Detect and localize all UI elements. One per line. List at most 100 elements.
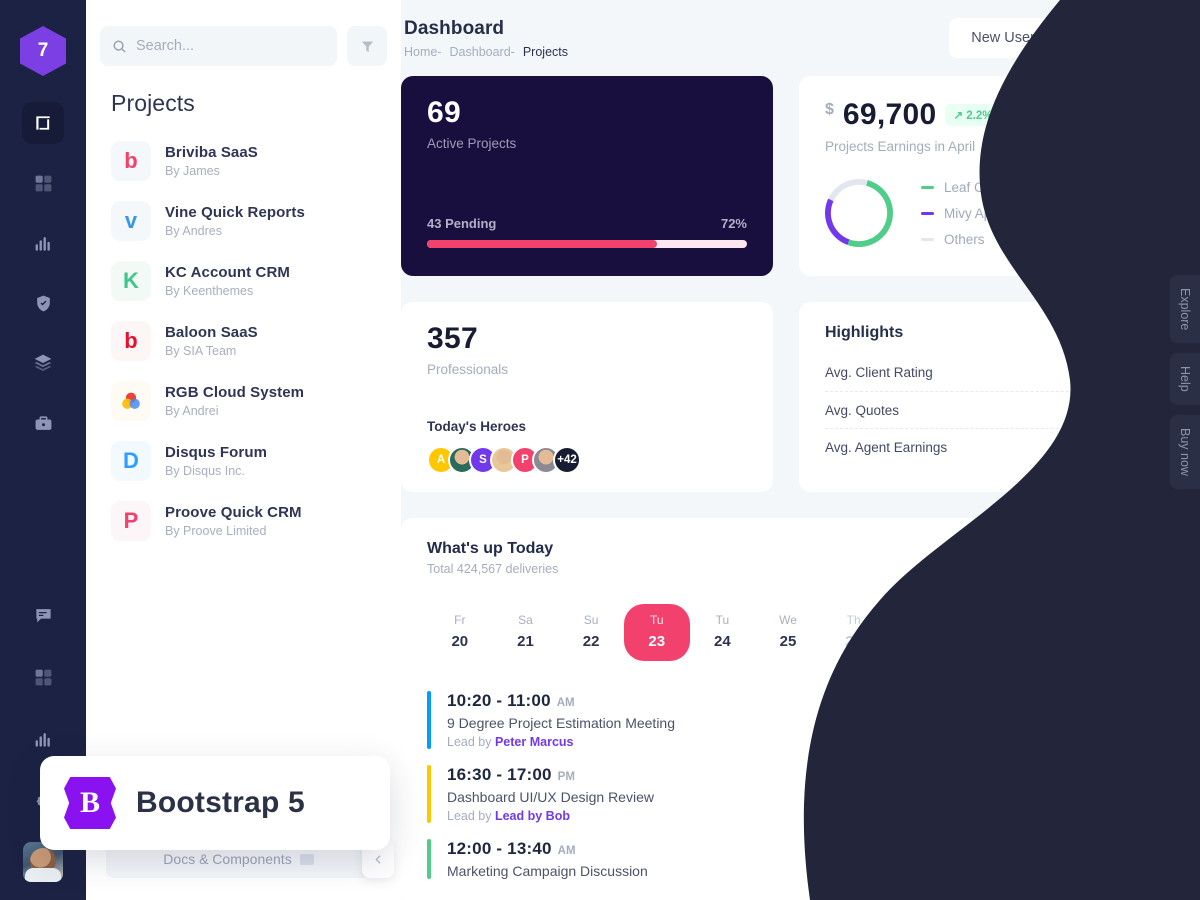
rail-item-bar-chart-icon[interactable]	[22, 222, 64, 264]
project-list-item[interactable]: v Vine Quick Reports By Andres	[86, 191, 401, 251]
highlight-value-group: ↗ $2,309	[1079, 439, 1149, 455]
bootstrap-promo-card[interactable]: B Bootstrap 5	[40, 756, 390, 850]
event-lead-name[interactable]: Peter Marcus	[495, 735, 574, 749]
breadcrumb-item-projects: Projects	[522, 45, 568, 59]
event-lead: Lead by Peter Marcus	[447, 735, 675, 749]
project-author: By Keenthemes	[165, 284, 254, 298]
earnings-body: Leaf CRM $7,660 Mivy App $2,820 Others $45,25…	[825, 174, 1149, 252]
day-cell[interactable]: Sa 21	[493, 604, 559, 661]
grid-icon	[35, 175, 51, 191]
professionals-count: 357	[427, 322, 478, 355]
day-selector: Fr 20 Sa 21 Su 22 Tu 23 Tu 24 We 25 Th 26 Fri 27 Sa 28 Su 2…	[427, 604, 1149, 661]
rail-item-chat-icon[interactable]	[22, 594, 64, 636]
event-view-button[interactable]: View	[1075, 842, 1149, 876]
search-icon	[113, 39, 126, 53]
day-cell[interactable]: Su 22	[558, 604, 624, 661]
event-view-button[interactable]: View	[1075, 703, 1149, 737]
side-tab-buy-now[interactable]: Buy now	[1170, 415, 1200, 490]
project-logo-icon: D	[111, 441, 151, 481]
day-name: Sa	[518, 613, 533, 627]
trend-arrow-icon: ↙	[1097, 402, 1109, 417]
layers-icon	[34, 354, 52, 371]
day-cell[interactable]: Th 26	[821, 604, 887, 661]
rail-item-box-icon[interactable]	[22, 102, 64, 144]
app-logo[interactable]: 7	[20, 26, 66, 76]
project-author: By Disqus Inc.	[165, 464, 245, 478]
event-lead-name[interactable]: Lead by Bob	[495, 809, 570, 823]
day-number: 20	[451, 633, 469, 650]
project-list-item[interactable]: b Briviba SaaS By James	[86, 131, 401, 191]
heroes-more-count[interactable]: +42	[553, 446, 581, 474]
legend-swatch-icon	[921, 185, 934, 189]
project-list-item[interactable]: RGB Cloud System By Andrei	[86, 371, 401, 431]
highlight-label: Avg. Quotes	[825, 402, 900, 418]
event-lead-prefix: Lead by	[447, 735, 495, 749]
event-time-row: 16:30 - 17:00 PM	[447, 765, 654, 785]
day-number: 27	[910, 633, 928, 650]
report-center-button[interactable]: Report Cecnter	[1021, 540, 1149, 574]
docs-components-label: Docs & Components	[163, 851, 292, 867]
day-cell[interactable]: Mo 30	[1083, 604, 1149, 661]
app-logo-text: 7	[37, 40, 49, 61]
day-number: 28	[976, 633, 994, 650]
project-logo-icon: K	[111, 261, 151, 301]
breadcrumb: Home- Dashboard- Projects	[404, 45, 568, 59]
breadcrumb-item-dashboard[interactable]: Dashboard-	[450, 45, 515, 59]
event-ampm: AM	[556, 697, 575, 709]
event-body: 10:20 - 11:00 AM 9 Degree Project Estimati…	[447, 691, 675, 749]
search-input[interactable]: Search...	[100, 26, 337, 66]
project-author: By Andres	[165, 224, 222, 238]
progress-block: 43 Pending 72%	[427, 216, 747, 248]
breadcrumb-item-home[interactable]: Home-	[404, 45, 442, 59]
day-cell[interactable]: Fr 20	[427, 604, 493, 661]
project-list-item[interactable]: b Baloon SaaS By SIA Team	[86, 311, 401, 371]
project-name: RGB Cloud System	[165, 384, 305, 401]
day-number: 22	[582, 633, 600, 650]
day-cell[interactable]: Su 29	[1018, 604, 1084, 661]
new-goal-button[interactable]: New Goal	[1064, 18, 1175, 58]
bootstrap-logo-letter: B	[79, 786, 100, 819]
highlight-row: Avg. Quotes ↙ 730	[825, 391, 1149, 428]
day-cell[interactable]: Fri 27	[886, 604, 952, 661]
project-list-item[interactable]: K KC Account CRM By Keenthemes	[86, 251, 401, 311]
filter-button[interactable]	[347, 26, 387, 66]
legend-row: Mivy App $2,820	[921, 200, 1149, 226]
rail-item-shield-check-icon[interactable]	[22, 282, 64, 324]
rail-item-bar-chart-icon-2[interactable]	[22, 718, 64, 760]
day-cell[interactable]: We 25	[755, 604, 821, 661]
pending-label: 43 Pending	[427, 216, 497, 231]
rail-item-grid-icon-2[interactable]	[22, 656, 64, 698]
day-name: Fri	[912, 613, 927, 627]
project-author: By Proove Limited	[165, 524, 267, 538]
day-name: Tu	[715, 613, 730, 627]
event-time: 10:20 - 11:00	[447, 691, 551, 710]
project-logo-icon	[111, 381, 151, 421]
day-cell[interactable]: Tu 23	[623, 604, 690, 661]
day-cell[interactable]: Tu 24	[690, 604, 756, 661]
project-name: Disqus Forum	[165, 444, 268, 461]
search-placeholder: Search...	[136, 38, 195, 54]
highlights-card: Highlights Avg. Client Rating ↗ 7.8/10 Avg.…	[799, 302, 1175, 492]
rail-item-briefcase-icon[interactable]	[22, 402, 64, 444]
legend-row: Others $45,257	[921, 226, 1149, 252]
project-list-item[interactable]: D Disqus Forum By Disqus Inc.	[86, 431, 401, 491]
new-user-button[interactable]: New User	[949, 18, 1057, 58]
event-ampm: PM	[557, 771, 575, 783]
main-content: Dashboard Home- Dashboard- Projects New …	[401, 0, 1200, 900]
day-name: Th	[846, 613, 861, 627]
side-tab-help[interactable]: Help	[1170, 353, 1200, 406]
rail-icon-list	[22, 102, 64, 444]
event-view-button[interactable]: View	[1075, 777, 1149, 811]
keyboard-icon	[299, 853, 314, 865]
day-cell[interactable]: Sa 28	[952, 604, 1018, 661]
project-text-block: KC Account CRM By Keenthemes	[165, 264, 290, 298]
briefcase-icon	[35, 415, 51, 430]
event-row: 16:30 - 17:00 PM Dashboard UI/UX Design Re…	[427, 757, 1149, 831]
project-list-item[interactable]: P Proove Quick CRM By Proove Limited	[86, 491, 401, 551]
legend-value: $7,660	[1107, 179, 1149, 195]
bar-chart-icon	[35, 236, 50, 251]
filter-icon	[361, 41, 373, 52]
rail-item-grid-icon[interactable]	[22, 162, 64, 204]
rail-item-layers-icon[interactable]	[22, 342, 64, 384]
side-tab-explore[interactable]: Explore	[1170, 275, 1200, 344]
